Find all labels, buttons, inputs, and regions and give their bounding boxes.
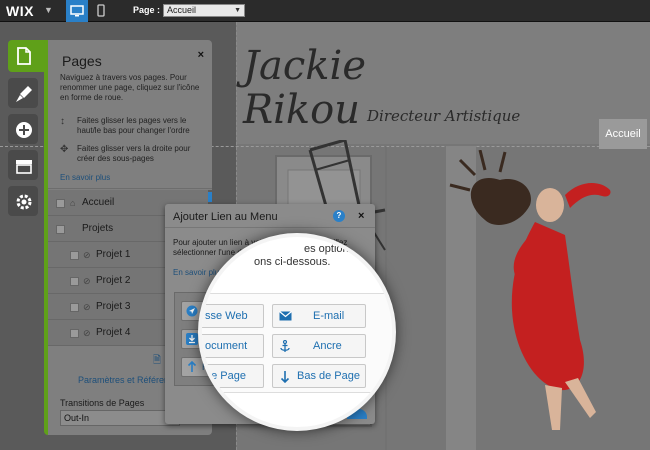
add-tool-button[interactable] — [8, 114, 38, 144]
magnifier-lens: es options ci- ons ci-dessous. sse Web E… — [198, 233, 396, 431]
page-row-label: Accueil — [82, 197, 115, 208]
drag-handle-icon[interactable] — [56, 199, 65, 208]
page-row-label: Projet 4 — [96, 327, 131, 338]
dialog-title: Ajouter Lien au Menu — [173, 211, 278, 223]
dialog-close-button[interactable]: × — [358, 210, 364, 222]
document-link-label: ocument — [205, 340, 248, 352]
anchor-icon — [280, 340, 290, 352]
desktop-icon — [70, 5, 84, 17]
top-toolbar: WIX ▼ Page : Accueil ▼ — [0, 0, 650, 22]
divider — [48, 188, 212, 189]
top-of-page-link-label: de Page — [205, 370, 246, 382]
magnified-dialog-content: es options ci- ons ci-dessous. sse Web E… — [202, 237, 392, 427]
model-photo[interactable] — [440, 150, 650, 450]
web-address-link-label: sse Web — [205, 310, 248, 322]
page-row-label: Projet 1 — [96, 249, 131, 260]
navigation-arrow-icon — [186, 305, 198, 317]
page-selector-dropdown[interactable]: Accueil ▼ — [163, 4, 245, 17]
envelope-icon — [279, 311, 292, 321]
page-selector-label: Page : — [133, 5, 161, 15]
document-icon[interactable]: 🗎 — [153, 353, 161, 370]
reorder-tip: ↕ Faites glisser les pages vers le haut/… — [60, 116, 210, 136]
hidden-page-icon: ⊘ — [83, 302, 91, 312]
page-selector-value: Accueil — [167, 5, 197, 15]
chevron-down-icon: ▼ — [234, 7, 241, 14]
document-link-button[interactable]: ocument — [202, 334, 264, 358]
drag-handle-icon[interactable] — [70, 329, 79, 338]
help-icon[interactable]: ? — [333, 210, 345, 222]
mobile-view-button[interactable] — [90, 0, 112, 22]
plus-icon — [16, 122, 32, 138]
settings-tool-button[interactable] — [8, 186, 38, 216]
magnified-description-line2: ons ci-dessous. — [254, 256, 331, 268]
drag-handle-icon[interactable] — [70, 303, 79, 312]
top-of-page-link-button[interactable]: de Page — [202, 364, 264, 388]
download-icon — [186, 333, 198, 345]
page-row-label: Projets — [82, 223, 114, 234]
hidden-page-icon: ⊘ — [83, 250, 91, 260]
mobile-icon — [97, 4, 105, 17]
dialog-header: Ajouter Lien au Menu ? × — [165, 204, 375, 228]
logo-menu-caret-icon[interactable]: ▼ — [44, 5, 53, 15]
design-tool-button[interactable] — [8, 78, 38, 108]
reorder-tip-text: Faites glisser les pages vers le haut/le… — [77, 116, 190, 135]
magnified-description-line1: es options ci- — [304, 243, 369, 255]
site-title-first-name[interactable]: Jackie — [243, 44, 366, 88]
pages-panel-description: Naviguez à travers vos pages. Pour renom… — [60, 73, 200, 102]
site-nav-item-accueil[interactable]: Accueil — [599, 119, 647, 149]
page-transitions-label: Transitions de Pages — [60, 398, 145, 408]
brush-icon — [16, 86, 32, 102]
magnified-description: es options ci- ons ci-dessous. — [206, 243, 386, 269]
wix-logo[interactable]: WIX — [6, 3, 34, 19]
drag-handle-icon[interactable] — [70, 277, 79, 286]
subpage-tip: ✥ Faites glisser vers la droite pour cré… — [60, 144, 210, 164]
move-vertical-icon: ↕ — [60, 116, 65, 127]
pages-scrollbar-thumb[interactable] — [208, 192, 212, 202]
email-link-label: E-mail — [313, 310, 345, 322]
bottom-of-page-link-button[interactable]: Bas de Page — [272, 364, 366, 388]
hidden-page-icon: ⊘ — [83, 328, 91, 338]
bottom-of-page-link-label: Bas de Page — [297, 370, 360, 382]
home-icon: ⌂ — [70, 198, 76, 208]
anchor-link-button[interactable]: Ancre — [272, 334, 366, 358]
web-address-link-button[interactable]: sse Web — [202, 304, 264, 328]
pages-panel-title: Pages — [62, 53, 102, 69]
page-row-label: Projet 2 — [96, 275, 131, 286]
drag-handle-icon[interactable] — [56, 225, 65, 234]
page-settings-seo-link[interactable]: Paramètres et Référen — [78, 375, 169, 385]
store-icon — [16, 160, 32, 174]
page-row-label: Projet 3 — [96, 301, 131, 312]
hidden-page-icon: ⊘ — [83, 276, 91, 286]
pages-panel-close-button[interactable]: × — [198, 49, 204, 61]
drag-handle-icon[interactable] — [70, 251, 79, 260]
desktop-view-button[interactable] — [66, 0, 88, 22]
arrow-up-icon — [187, 361, 197, 372]
app-market-tool-button[interactable] — [8, 150, 38, 180]
magnified-button-group: sse Web E-mail ocument Ancre de Page Bas… — [202, 293, 392, 393]
email-link-button[interactable]: E-mail — [272, 304, 366, 328]
arrow-down-icon — [280, 371, 290, 383]
pages-learn-more-link[interactable]: En savoir plus — [60, 173, 110, 182]
site-subtitle[interactable]: Directeur Artistique — [367, 107, 520, 125]
subpage-tip-text: Faites glisser vers la droite pour créer… — [77, 144, 191, 163]
move-all-icon: ✥ — [60, 144, 69, 155]
anchor-link-label: Ancre — [313, 340, 342, 352]
site-title-last-name[interactable]: Rikou — [243, 88, 360, 132]
gear-icon — [16, 194, 32, 210]
page-transitions-dropdown[interactable]: Out-In — [60, 410, 180, 426]
page-icon — [17, 47, 31, 65]
